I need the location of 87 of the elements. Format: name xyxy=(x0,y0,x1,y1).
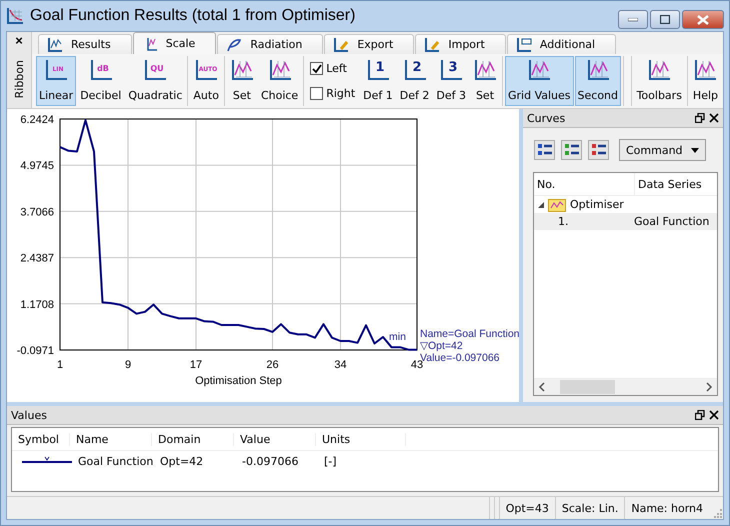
series-name: Goal Function xyxy=(634,215,710,228)
ribbon-button[interactable]: QU Quadratic xyxy=(125,56,186,106)
horizontal-scrollbar[interactable] xyxy=(534,378,717,395)
toolbar-button[interactable] xyxy=(534,140,555,160)
ribbon-button[interactable]: 3 Def 3 xyxy=(433,56,469,106)
ribbon-button[interactable]: Choice xyxy=(258,56,302,106)
ribbon-label: Ribbon xyxy=(12,60,26,98)
ribbon-tab[interactable]: Import xyxy=(415,34,506,54)
ribbon-button[interactable]: Set xyxy=(226,56,257,106)
ribbon-close-button[interactable]: × xyxy=(15,33,23,48)
ribbon-tab[interactable]: Scale xyxy=(132,32,216,54)
y-tick-label: -0.0971 xyxy=(16,345,54,357)
restore-icon[interactable] xyxy=(695,410,705,420)
ribbon-button[interactable]: 1 Def 1 xyxy=(360,56,396,106)
tree-node-label[interactable]: Optimiser xyxy=(570,198,624,211)
command-dropdown[interactable]: Command xyxy=(619,139,706,161)
x-axis-label: Optimisation Step xyxy=(195,375,282,387)
list-icon xyxy=(590,143,606,157)
ribbon-button[interactable]: dB Decibel xyxy=(77,56,124,106)
y-tick-label: 6.2424 xyxy=(20,114,54,126)
expanded-icon[interactable] xyxy=(538,202,544,208)
y-tick-label: 1.1708 xyxy=(20,298,54,311)
minimize-icon xyxy=(628,18,638,22)
caret-icon xyxy=(690,148,699,152)
x-tick-label: 43 xyxy=(410,359,424,371)
column-header[interactable]: Data Series xyxy=(635,173,702,195)
list-icon xyxy=(564,143,580,157)
close-icon xyxy=(697,14,709,24)
y-tick-label: 2.4387 xyxy=(20,252,54,265)
marker-readout: ▽Opt=42 xyxy=(420,340,463,352)
ribbon-tab[interactable]: Export xyxy=(324,34,414,54)
checkmark-icon xyxy=(312,64,322,74)
marker-readout: Name=Goal Function xyxy=(420,328,519,340)
tree-row[interactable]: 1. Goal Function xyxy=(534,213,717,230)
x-tick-label: 26 xyxy=(266,359,279,371)
status-field: Opt=43 xyxy=(498,497,555,519)
line-symbol-icon xyxy=(22,456,72,466)
column-header[interactable]: Symbol xyxy=(12,432,70,446)
y-tick-label: 3.7066 xyxy=(20,206,54,218)
icon-glyph: dB xyxy=(96,64,109,73)
ribbon-tab[interactable]: Radiation xyxy=(217,34,324,54)
status-field: Name: horn4 xyxy=(624,497,709,519)
ribbon-button[interactable]: Set xyxy=(470,56,500,106)
status-field: Scale: Lin. xyxy=(554,497,624,519)
folder-chart-icon xyxy=(548,198,566,212)
panel-title: Curves xyxy=(527,112,566,124)
list-icon xyxy=(536,143,552,157)
window-title: Goal Function Results (total 1 from Optimiser) xyxy=(30,7,356,25)
restore-icon[interactable] xyxy=(695,113,705,123)
x-tick-label: 17 xyxy=(190,359,202,371)
column-header[interactable]: Value xyxy=(234,432,316,446)
column-header[interactable]: Domain xyxy=(152,432,234,446)
checkbox[interactable]: Left xyxy=(310,62,356,75)
close-button[interactable] xyxy=(682,10,724,29)
maximize-button[interactable] xyxy=(650,10,680,29)
ribbon-tab[interactable]: Additional xyxy=(506,34,616,54)
table-cell-text: [-] xyxy=(323,454,338,468)
marker-label: min xyxy=(389,331,406,343)
icon-glyph: 3 xyxy=(448,60,458,75)
x-tick-label: 9 xyxy=(124,359,132,371)
table-cell-text: Goal Function xyxy=(77,454,154,468)
y-tick-label: 4.9745 xyxy=(20,160,54,172)
row-number: 1. xyxy=(557,215,570,228)
icon-glyph: 2 xyxy=(412,60,422,75)
ribbon-tab[interactable]: Results xyxy=(38,34,132,54)
checkbox[interactable]: Right xyxy=(310,87,356,100)
table-cell-text: Opt=42 xyxy=(159,454,204,468)
close-icon[interactable] xyxy=(709,410,719,420)
ribbon-button[interactable]: Toolbars xyxy=(634,56,685,106)
ribbon-button[interactable]: Help xyxy=(690,56,721,106)
ribbon-button[interactable]: Second xyxy=(574,56,622,106)
minimize-button[interactable] xyxy=(618,10,648,29)
icon-glyph: QU xyxy=(150,64,164,73)
ribbon-button[interactable]: 2 Def 2 xyxy=(396,56,432,106)
close-icon[interactable] xyxy=(709,113,719,123)
toolbar-button[interactable] xyxy=(588,140,609,160)
column-header[interactable]: Units xyxy=(316,432,406,446)
table-cell-text: -0.097066 xyxy=(241,454,300,468)
x-tick-label: 34 xyxy=(334,359,347,371)
maximize-icon xyxy=(660,15,670,24)
column-header[interactable]: Name xyxy=(70,432,152,446)
icon-glyph: 1 xyxy=(375,60,384,75)
x-tick-label: 1 xyxy=(56,359,64,371)
ribbon-button[interactable]: Grid Values xyxy=(505,56,574,106)
column-header[interactable]: No. xyxy=(534,173,635,195)
panel-title: Values xyxy=(11,408,48,422)
toolbar-button[interactable] xyxy=(561,140,582,160)
